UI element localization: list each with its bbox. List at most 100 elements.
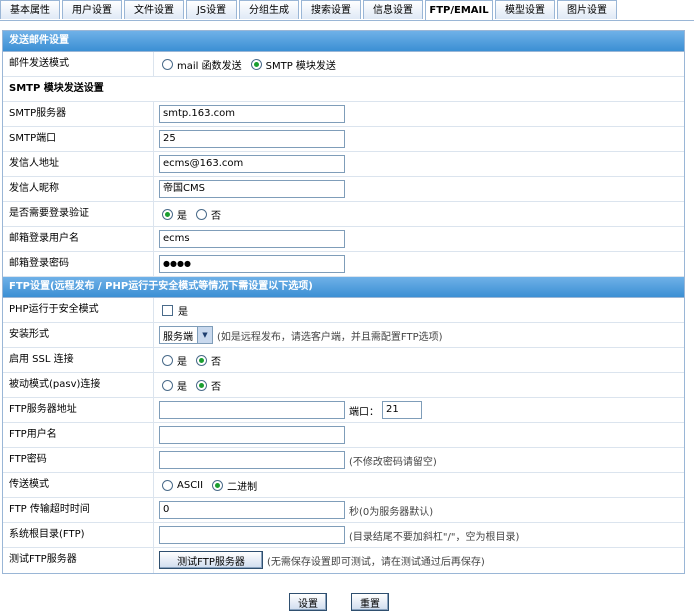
test-ftp-row: 测试FTP服务器 测试FTP服务器 (无需保存设置即可测试，请在测试通过后再保存… [3,548,684,573]
root-dir-note: (目录结尾不要加斜杠"/"，空为根目录) [349,531,520,543]
auth-no-radio[interactable] [196,208,207,220]
timeout-row: FTP 传输超时时间 0 秒(0为服务器默认) [3,498,684,523]
submit-button[interactable]: 设置 [289,593,327,611]
ascii-label: ASCII [177,479,204,491]
timeout-note: 秒(0为服务器默认) [349,506,434,518]
ftp-port-label: 端口： [349,406,379,418]
smtp-port-row: SMTP端口 25 [3,127,684,152]
mail-password-input[interactable]: ●●●● [159,255,345,273]
smtp-server-row: SMTP服务器 smtp.163.com [3,102,684,127]
column-divider [153,398,154,422]
timeout-input[interactable]: 0 [159,501,345,519]
ftp-host-input[interactable] [159,401,345,419]
ftp-host-label: FTP服务器地址 [9,404,77,415]
install-type-note: (如是远程发布，请选客户端，并且需配置FTP选项) [217,331,443,343]
mail-password-row: 邮箱登录密码 ●●●● [3,252,684,277]
mail-mode-row: 邮件发送模式 mail 函数发送 SMTP 模块发送 [3,52,684,77]
column-divider [153,177,154,201]
timeout-label: FTP 传输超时时间 [9,504,90,515]
install-type-row: 安装形式 服务端 ▼ (如是远程发布，请选客户端，并且需配置FTP选项) [3,323,684,348]
smtp-port-label: SMTP端口 [9,133,57,144]
test-ftp-button[interactable]: 测试FTP服务器 [159,551,263,569]
column-divider [153,448,154,472]
column-divider [153,127,154,151]
reset-button[interactable]: 重置 [351,593,389,611]
tab-model[interactable]: 模型设置 [495,0,555,19]
safemode-yes-label: 是 [178,306,188,318]
column-divider [153,423,154,447]
mail-section-header: 发送邮件设置 [3,31,684,52]
pasv-no-radio[interactable] [196,379,207,391]
ftp-host-row: FTP服务器地址 端口： 21 [3,398,684,423]
safemode-checkbox[interactable] [162,304,173,316]
column-divider [153,473,154,497]
login-auth-row: 是否需要登录验证 是 否 [3,202,684,227]
column-divider [153,498,154,522]
tab-underline [0,20,694,21]
root-dir-row: 系统根目录(FTP) (目录结尾不要加斜杠"/"，空为根目录) [3,523,684,548]
tab-file[interactable]: 文件设置 [124,0,184,19]
smtp-module-radio[interactable] [250,58,262,70]
ssl-yes-radio[interactable] [162,354,173,366]
tab-user[interactable]: 用户设置 [62,0,122,19]
root-dir-input[interactable] [159,526,345,544]
pasv-no-label: 否 [211,381,221,393]
column-divider [153,102,154,126]
ftp-password-label: FTP密码 [9,454,47,465]
column-divider [153,548,154,573]
tab-image[interactable]: 图片设置 [557,0,617,19]
tab-ftp-email[interactable]: FTP/EMAIL [425,0,493,21]
settings-tabs: 基本属性 用户设置 文件设置 JS设置 分组生成 搜索设置 信息设置 FTP/E… [0,0,694,21]
test-ftp-label: 测试FTP服务器 [9,554,77,565]
pasv-yes-radio[interactable] [162,379,173,391]
column-divider [153,523,154,547]
pasv-label: 被动模式(pasv)连接 [9,379,101,390]
auth-no-label: 否 [211,210,221,222]
root-dir-label: 系统根目录(FTP) [9,529,85,540]
column-divider [153,348,154,372]
pasv-yes-label: 是 [177,381,187,393]
from-address-input[interactable]: ecms@163.com [159,155,345,173]
smtp-server-input[interactable]: smtp.163.com [159,105,345,123]
column-divider [153,298,154,322]
test-ftp-note: (无需保存设置即可测试，请在测试通过后再保存) [267,556,485,568]
ascii-radio[interactable] [162,479,173,491]
ftp-password-row: FTP密码 (不修改密码请留空) [3,448,684,473]
mail-username-row: 邮箱登录用户名 ecms [3,227,684,252]
ftp-password-note: (不修改密码请留空) [349,456,437,468]
column-divider [153,252,154,276]
binary-radio[interactable] [212,479,224,491]
install-type-select[interactable]: 服务端 ▼ [159,326,213,344]
login-auth-label: 是否需要登录验证 [9,208,89,219]
mail-function-label: mail 函数发送 [177,60,242,72]
ftp-user-label: FTP用户名 [9,429,57,440]
install-type-value: 服务端 [163,331,193,343]
tab-info[interactable]: 信息设置 [363,0,423,19]
from-nickname-input[interactable]: 帝国CMS [159,180,345,198]
ftp-user-input[interactable] [159,426,345,444]
ftp-password-input[interactable] [159,451,345,469]
install-type-label: 安装形式 [9,329,49,340]
from-nickname-row: 发信人昵称 帝国CMS [3,177,684,202]
chevron-down-icon[interactable]: ▼ [197,327,212,343]
ssl-no-radio[interactable] [196,354,207,366]
ssl-row: 启用 SSL 连接 是 否 [3,348,684,373]
mail-username-input[interactable]: ecms [159,230,345,248]
ssl-yes-label: 是 [177,356,187,368]
mail-function-radio[interactable] [162,58,173,70]
ftp-user-row: FTP用户名 [3,423,684,448]
ftp-section-header: FTP设置(远程发布 / PHP运行于安全模式等情况下需设置以下选项) [3,277,684,298]
mail-password-label: 邮箱登录密码 [9,258,69,269]
smtp-port-input[interactable]: 25 [159,130,345,148]
mail-mode-label: 邮件发送模式 [9,58,69,69]
pasv-row: 被动模式(pasv)连接 是 否 [3,373,684,398]
binary-label: 二进制 [227,481,258,493]
tab-group[interactable]: 分组生成 [239,0,299,19]
tab-js[interactable]: JS设置 [186,0,237,19]
tab-search[interactable]: 搜索设置 [301,0,361,19]
tab-basic[interactable]: 基本属性 [0,0,60,19]
auth-yes-radio[interactable] [162,208,173,220]
column-divider [153,323,154,347]
settings-table: 发送邮件设置 邮件发送模式 mail 函数发送 SMTP 模块发送 SMTP 模… [2,30,685,574]
ftp-port-input[interactable]: 21 [382,401,422,419]
